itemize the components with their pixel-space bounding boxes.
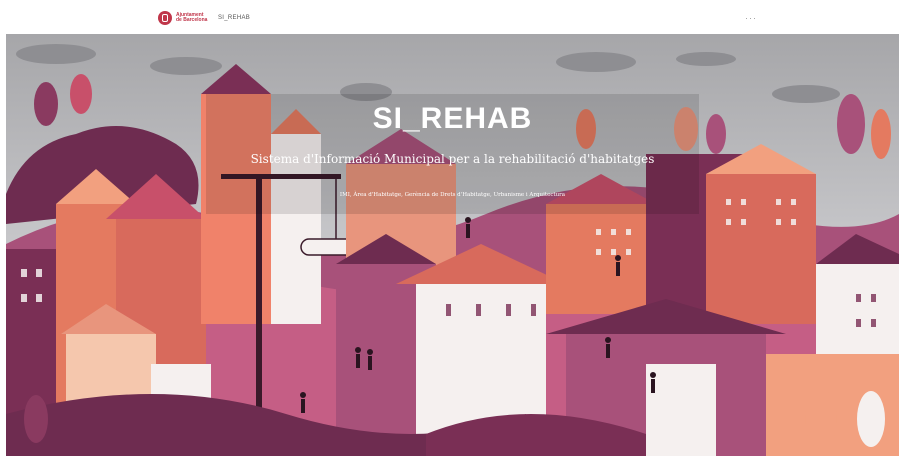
hero-subtitle: Sistema d'Informació Municipal per a la … bbox=[250, 152, 655, 166]
hero-illustration bbox=[6, 34, 899, 456]
hero-credit: IMI, Àrea d'Habitatge, Gerència de Drets… bbox=[339, 192, 566, 198]
hero-banner: SI_REHAB Sistema d'Informació Municipal … bbox=[6, 34, 899, 456]
hero-title: SI_REHAB bbox=[372, 102, 533, 135]
city-logo-icon bbox=[158, 11, 172, 25]
city-logo-text: Ajuntament de Barcelona bbox=[176, 12, 208, 23]
more-dots-icon[interactable]: ··· bbox=[745, 13, 757, 23]
city-logo[interactable]: Ajuntament de Barcelona bbox=[158, 11, 210, 25]
app-name[interactable]: SI_REHAB bbox=[218, 15, 250, 21]
top-navigation-bar: Ajuntament de Barcelona SI_REHAB ··· bbox=[0, 0, 899, 34]
